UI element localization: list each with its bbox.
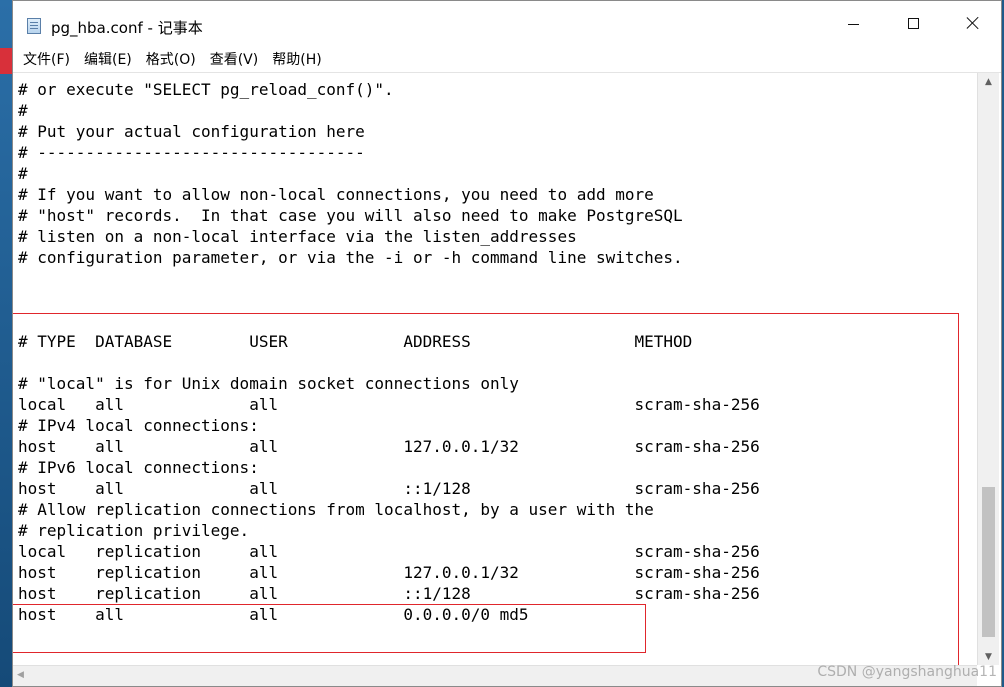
notepad-icon <box>27 18 41 34</box>
text-line: # IPv6 local connections: <box>18 458 259 477</box>
text-line: # listen on a non-local interface via th… <box>18 227 577 246</box>
text-line: # IPv4 local connections: <box>18 416 259 435</box>
text-line: host all all 0.0.0.0/0 md5 <box>18 605 529 624</box>
menu-bar: 文件(F) 编辑(E) 格式(O) 查看(V) 帮助(H) <box>13 45 1001 73</box>
window-title: pg_hba.conf - 记事本 <box>51 19 203 37</box>
scroll-left-icon[interactable]: ◀ <box>17 670 24 680</box>
maximize-button[interactable] <box>883 1 943 45</box>
scrollbar-thumb[interactable] <box>982 487 995 637</box>
close-icon <box>966 16 980 30</box>
scroll-down-icon[interactable]: ▼ <box>978 648 999 665</box>
minimize-icon <box>847 23 859 25</box>
text-line: host replication all 127.0.0.1/32 scram-… <box>18 563 760 582</box>
file-content[interactable]: # or execute "SELECT pg_reload_conf()". … <box>18 79 760 625</box>
text-line: # TYPE DATABASE USER ADDRESS METHOD <box>18 332 693 351</box>
text-line: # If you want to allow non-local connect… <box>18 185 654 204</box>
notepad-window: pg_hba.conf - 记事本 文件(F) 编辑(E) 格式(O) 查看(V… <box>12 0 1002 687</box>
vertical-scrollbar[interactable]: ▲ ▼ <box>977 73 999 665</box>
text-line: # configuration parameter, or via the -i… <box>18 248 683 267</box>
scroll-up-icon[interactable]: ▲ <box>978 73 999 90</box>
text-line: local all all scram-sha-256 <box>18 395 760 414</box>
menu-format[interactable]: 格式(O) <box>142 49 206 69</box>
watermark: CSDN @yangshanghua11 <box>817 664 997 680</box>
close-button[interactable] <box>943 1 1001 45</box>
text-line: # ---------------------------------- <box>18 143 365 162</box>
menu-file[interactable]: 文件(F) <box>19 49 80 69</box>
minimize-button[interactable] <box>823 1 883 45</box>
menu-help[interactable]: 帮助(H) <box>268 49 331 69</box>
desktop-app-badge <box>0 48 12 74</box>
text-line: # "host" records. In that case you will … <box>18 206 683 225</box>
maximize-icon <box>907 17 919 29</box>
text-line: # "local" is for Unix domain socket conn… <box>18 374 519 393</box>
title-bar[interactable]: pg_hba.conf - 记事本 <box>13 1 1001 45</box>
text-editor-area[interactable]: # or execute "SELECT pg_reload_conf()". … <box>13 73 977 665</box>
text-line: # Allow replication connections from loc… <box>18 500 654 519</box>
text-line: # <box>18 101 28 120</box>
text-line: local replication all scram-sha-256 <box>18 542 760 561</box>
text-line: host all all 127.0.0.1/32 scram-sha-256 <box>18 437 760 456</box>
text-line: # or execute "SELECT pg_reload_conf()". <box>18 80 394 99</box>
menu-view[interactable]: 查看(V) <box>206 49 269 69</box>
desktop-background <box>0 0 12 687</box>
text-line: # Put your actual configuration here <box>18 122 365 141</box>
text-line: # replication privilege. <box>18 521 250 540</box>
text-line: # <box>18 164 28 183</box>
text-line: host all all ::1/128 scram-sha-256 <box>18 479 760 498</box>
menu-edit[interactable]: 编辑(E) <box>80 49 142 69</box>
text-line: host replication all ::1/128 scram-sha-2… <box>18 584 760 603</box>
